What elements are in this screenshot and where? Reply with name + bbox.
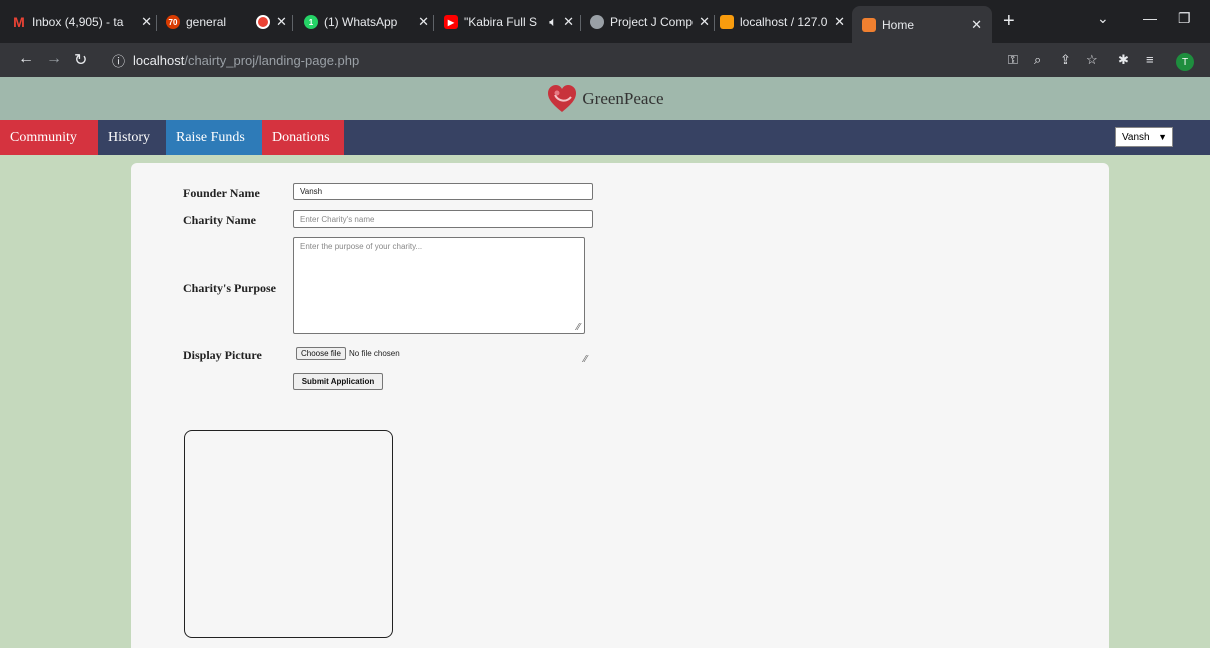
tab-phpmyadmin[interactable]: localhost / 127.0 ✕	[720, 8, 845, 36]
tab-title: Project J Compo	[610, 15, 694, 29]
close-icon[interactable]: ✕	[563, 14, 574, 30]
nav-raise-funds[interactable]: Raise Funds	[166, 120, 262, 155]
main-nav: Community History Raise Funds Donations	[0, 120, 1210, 155]
charity-name-label: Charity Name	[183, 213, 256, 227]
tab-title: Inbox (4,905) - ta	[32, 15, 124, 29]
nav-history[interactable]: History	[98, 120, 166, 155]
nav-community[interactable]: Community	[0, 120, 98, 155]
resize-grip-icon[interactable]: ⁄⁄	[577, 322, 580, 333]
tab-title: localhost / 127.0	[740, 15, 828, 29]
submit-application-button[interactable]: Submit Application	[293, 373, 383, 390]
info-icon[interactable]: ⓘ	[112, 51, 125, 70]
profile-avatar[interactable]: T	[1176, 53, 1194, 71]
restore-button[interactable]: ❐	[1178, 10, 1191, 27]
zoom-icon[interactable]: ⌕	[1034, 52, 1041, 68]
share-icon[interactable]: ⇪	[1060, 52, 1071, 68]
youtube-icon: ▶	[444, 15, 458, 29]
chevron-down-icon: ▼	[1158, 132, 1167, 142]
tab-youtube[interactable]: ▶ "Kabira Full S 🔈︎ ✕	[444, 8, 574, 36]
tab-title: (1) WhatsApp	[324, 15, 398, 29]
url-host: localhost	[133, 52, 185, 68]
whatsapp-icon: 1	[304, 15, 318, 29]
close-icon[interactable]: ✕	[141, 14, 152, 30]
browser-toolbar: ← → ↻ ⓘ localhost/chairty_proj/landing-p…	[0, 43, 1210, 77]
gmail-icon: M	[13, 14, 25, 30]
close-icon[interactable]: ✕	[699, 14, 710, 30]
display-picture-label: Display Picture	[183, 348, 262, 362]
purpose-textarea[interactable]: Enter the purpose of your charity...	[293, 237, 585, 334]
browser-tab-strip: M Inbox (4,905) - ta ✕ 70 general ✕ 1 (1…	[0, 0, 1210, 43]
phpmyadmin-icon	[720, 15, 734, 29]
nav-donations[interactable]: Donations	[262, 120, 344, 155]
close-icon[interactable]: ✕	[276, 14, 286, 30]
globe-icon	[590, 15, 604, 29]
picture-preview	[184, 430, 393, 638]
tab-project[interactable]: Project J Compo ✕	[590, 8, 710, 36]
heart-logo-icon	[548, 84, 577, 112]
purpose-label: Charity's Purpose	[183, 281, 276, 295]
file-status-text: No file chosen	[349, 349, 400, 358]
close-icon[interactable]: ✕	[834, 14, 845, 30]
tab-recording[interactable]: ✕	[256, 8, 286, 36]
tab-gmail[interactable]: M Inbox (4,905) - ta ✕	[12, 8, 152, 36]
reload-icon[interactable]: ↻	[74, 50, 87, 70]
resize-grip-icon[interactable]: ⁄⁄	[584, 354, 587, 365]
close-icon[interactable]: ✕	[418, 14, 429, 30]
speaker-icon[interactable]: 🔈︎	[549, 14, 557, 30]
url-path: /chairty_proj/landing-page.php	[184, 52, 360, 68]
site-icon	[862, 17, 876, 32]
address-bar[interactable]: ⓘ localhost/chairty_proj/landing-page.ph…	[102, 47, 1002, 73]
tab-title: Home	[882, 17, 915, 32]
extensions-icon[interactable]: ✱	[1118, 52, 1129, 68]
site-header: GreenPeace	[0, 77, 1210, 120]
tab-title: "Kabira Full S	[464, 15, 537, 29]
choose-file-button[interactable]: Choose file	[296, 347, 346, 360]
tab-home[interactable]: Home ✕	[852, 6, 992, 43]
record-icon	[256, 15, 270, 29]
new-tab-button[interactable]: +	[1003, 10, 1015, 33]
forward-icon[interactable]: →	[46, 50, 62, 68]
bookmark-star-icon[interactable]: ☆	[1086, 52, 1098, 68]
charity-name-input[interactable]: Enter Charity's name	[293, 210, 593, 228]
chat-icon: 70	[166, 15, 180, 29]
founder-name-input[interactable]: Vansh	[293, 183, 593, 200]
tab-whatsapp[interactable]: 1 (1) WhatsApp ✕	[304, 8, 429, 36]
user-select[interactable]: Vansh ▼	[1115, 127, 1173, 147]
key-icon[interactable]: ⚿	[1008, 52, 1018, 68]
back-icon[interactable]: ←	[18, 50, 34, 68]
minimize-button[interactable]: —	[1143, 10, 1157, 26]
tab-search-icon[interactable]: ⌄	[1097, 10, 1109, 27]
user-select-value: Vansh	[1122, 131, 1150, 143]
brand-name: GreenPeace	[582, 88, 664, 108]
founder-label: Founder Name	[183, 186, 260, 200]
reading-list-icon[interactable]: ≡	[1146, 52, 1154, 67]
close-icon[interactable]: ✕	[971, 17, 982, 33]
